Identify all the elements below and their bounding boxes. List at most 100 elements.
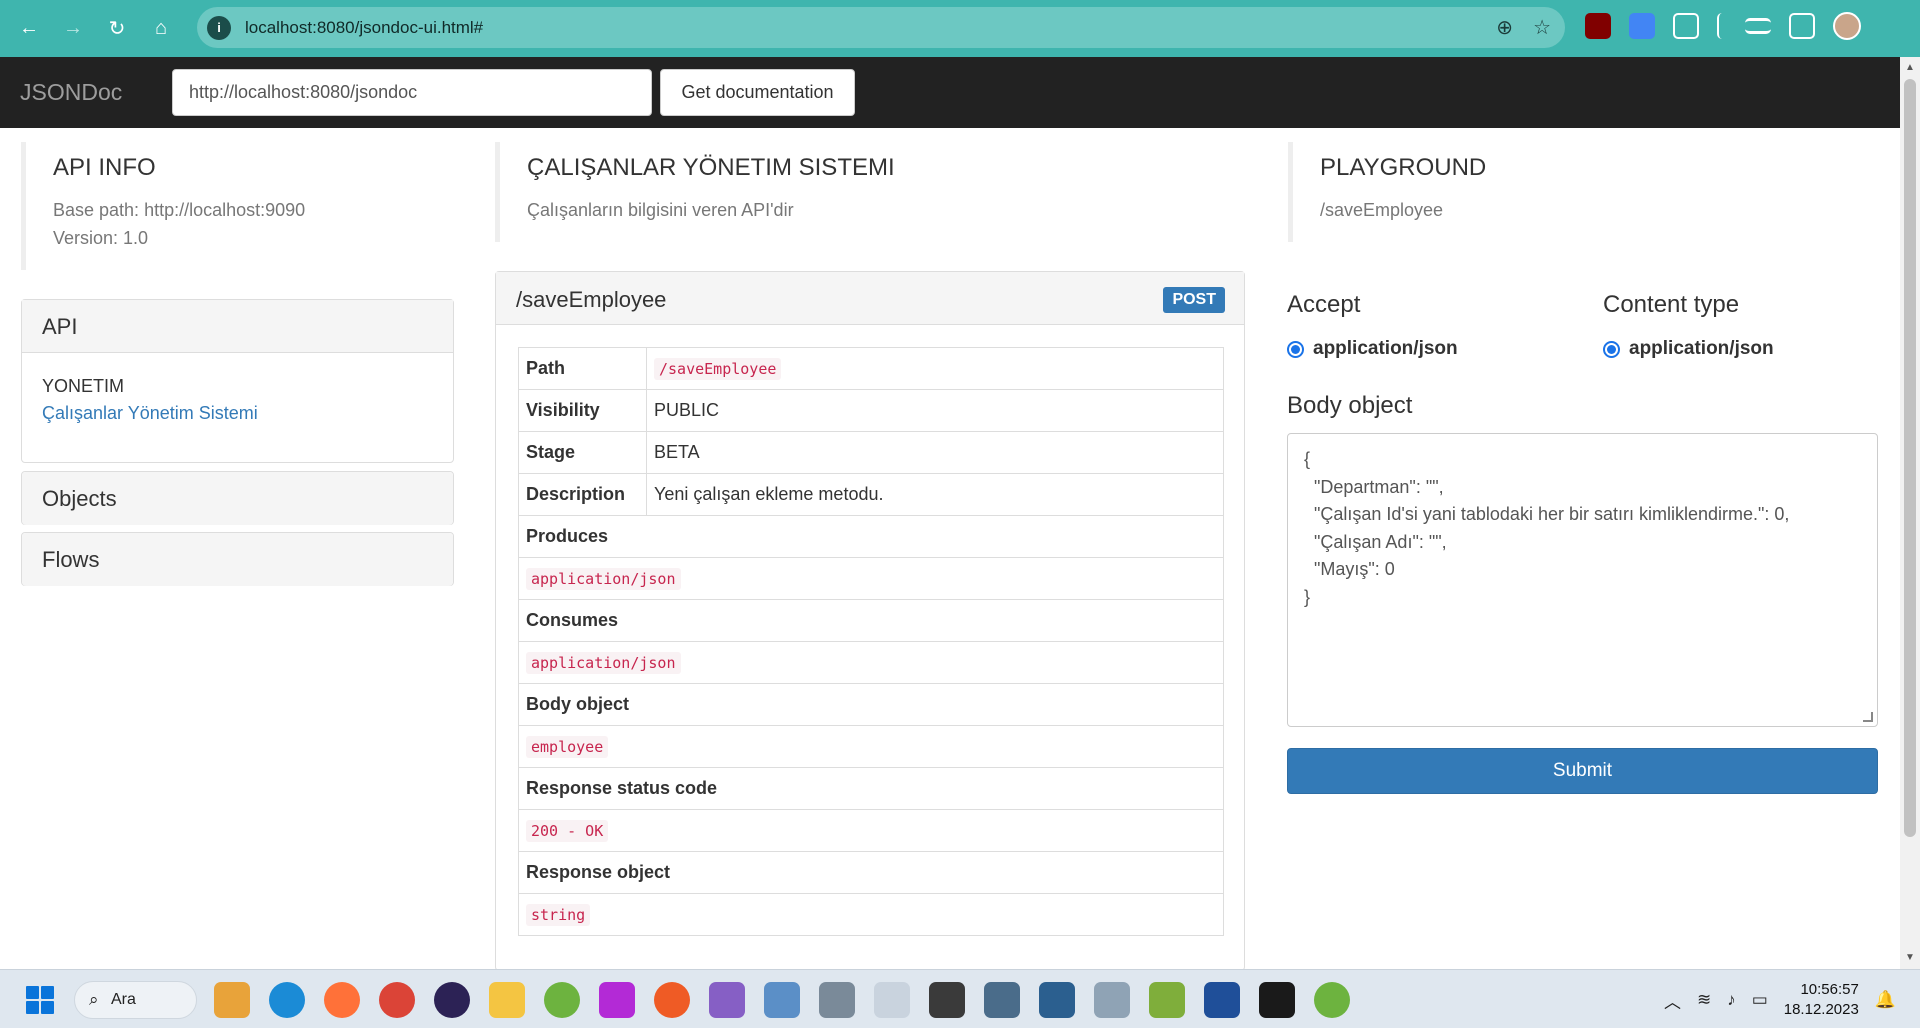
firefox-app-icon[interactable] xyxy=(324,982,360,1018)
playground-callout: PLAYGROUND /saveEmployee xyxy=(1288,142,1878,242)
translate-extension-icon[interactable] xyxy=(1629,13,1655,39)
mysql-workbench-icon[interactable] xyxy=(1039,982,1075,1018)
edge-app-icon[interactable] xyxy=(269,982,305,1018)
stage-key: Stage xyxy=(518,431,647,474)
extensions-puzzle-icon[interactable] xyxy=(1673,13,1699,39)
battery-icon[interactable]: ▭ xyxy=(1752,990,1768,1010)
address-bar[interactable]: i localhost:8080/jsondoc-ui.html# ⊕ ☆ xyxy=(197,7,1565,48)
page-scrollbar[interactable]: ▲ ▼ xyxy=(1900,57,1920,969)
tray-chevron-icon[interactable]: ︿ xyxy=(1664,988,1681,1013)
method-info-table: Path/saveEmployee Visibility PUBLIC Stage… xyxy=(518,347,1224,936)
objects-panel: Objects xyxy=(21,471,454,525)
notifications-bell-icon[interactable]: 🔔 xyxy=(1875,990,1896,1010)
body-object-value: employee xyxy=(526,736,609,758)
body-object-label: Body object xyxy=(1287,392,1413,419)
accept-radio[interactable] xyxy=(1287,340,1304,358)
table-row: Stage BETA xyxy=(518,431,1224,474)
content-type-option[interactable]: application/json xyxy=(1603,338,1774,360)
produces-value: application/json xyxy=(526,568,681,590)
jsondoc-url-input[interactable]: http://localhost:8080/jsondoc xyxy=(172,69,652,116)
reading-list-icon[interactable] xyxy=(1745,18,1771,34)
system-description: Çalışanların bilgisini veren API'dir xyxy=(527,200,794,220)
eclipse-app-icon[interactable] xyxy=(434,982,470,1018)
table-row: Response object xyxy=(518,851,1224,894)
reload-icon[interactable]: ↻ xyxy=(102,14,132,44)
base-path-text: Base path: http://localhost:9090 xyxy=(53,200,306,220)
toolbar-divider xyxy=(1717,13,1727,39)
powershell-app-icon[interactable] xyxy=(1204,982,1240,1018)
accept-option[interactable]: application/json xyxy=(1287,338,1458,360)
windows-start-icon[interactable] xyxy=(26,986,54,1014)
remote-desktop-icon[interactable] xyxy=(984,982,1020,1018)
description-value: Yeni çalışan ekleme metodu. xyxy=(646,473,1224,516)
visibility-key: Visibility xyxy=(518,389,647,432)
terminal-app-icon[interactable] xyxy=(929,982,965,1018)
api-group-name: YONETIM xyxy=(42,376,125,396)
scrollbar-thumb[interactable] xyxy=(1904,79,1916,837)
method-heading: /saveEmployee POST xyxy=(496,272,1244,325)
zoom-icon[interactable]: ⊕ xyxy=(1496,15,1513,40)
chrome-app-icon[interactable] xyxy=(379,982,415,1018)
flows-panel-heading[interactable]: Flows xyxy=(22,533,453,586)
search-icon: ⌕ xyxy=(89,990,99,1009)
forward-icon[interactable]: → xyxy=(58,14,88,44)
bookmark-star-icon[interactable]: ☆ xyxy=(1533,15,1551,40)
content-type-value: application/json xyxy=(1629,338,1774,359)
visual-studio-icon[interactable] xyxy=(709,982,745,1018)
home-icon[interactable]: ⌂ xyxy=(146,14,176,44)
taskbar-search[interactable]: ⌕ Ara xyxy=(74,981,197,1019)
address-url[interactable]: localhost:8080/jsondoc-ui.html# xyxy=(245,18,483,38)
table-row: Description Yeni çalışan ekleme metodu. xyxy=(518,473,1224,516)
method-path-title: /saveEmployee xyxy=(516,287,667,312)
design-tool-icon[interactable] xyxy=(1149,982,1185,1018)
browser-toolbar: ← → ↻ ⌂ i localhost:8080/jsondoc-ui.html… xyxy=(0,0,1920,57)
system-callout: ÇALIŞANLAR YÖNETIM SISTEMI Çalışanların … xyxy=(495,142,1245,242)
submit-button[interactable]: Submit xyxy=(1287,748,1878,794)
taskbar-search-label: Ara xyxy=(111,991,136,1008)
body-object-textarea[interactable]: { "Departman": "", "Çalışan Id'si yani t… xyxy=(1287,433,1878,727)
api-group-link[interactable]: Çalışanlar Yönetim Sistemi xyxy=(42,400,433,427)
table-row: Consumes xyxy=(518,599,1224,642)
scroll-up-arrow-icon[interactable]: ▲ xyxy=(1905,62,1915,73)
api-panel-heading[interactable]: API xyxy=(22,300,453,353)
objects-panel-heading[interactable]: Objects xyxy=(22,472,453,525)
file-explorer-icon[interactable] xyxy=(489,982,525,1018)
snipping-tool-icon[interactable] xyxy=(874,982,910,1018)
volume-icon[interactable]: ♪ xyxy=(1727,990,1736,1010)
profile-avatar[interactable] xyxy=(1833,12,1861,40)
calculator-app-icon[interactable] xyxy=(819,982,855,1018)
status-code-key: Response status code xyxy=(518,767,1224,810)
taskbar-clock[interactable]: 10:56:57 18.12.2023 xyxy=(1784,980,1859,1020)
table-row: employee xyxy=(518,725,1224,768)
ublock-extension-icon[interactable] xyxy=(1585,13,1611,39)
table-row: Produces xyxy=(518,515,1224,558)
consumes-key: Consumes xyxy=(518,599,1224,642)
intellij-app-icon[interactable] xyxy=(599,982,635,1018)
brand-logo[interactable]: JSONDoc xyxy=(20,79,122,106)
response-object-value: string xyxy=(526,904,591,926)
site-info-icon[interactable]: i xyxy=(207,15,231,40)
photos-app-icon[interactable] xyxy=(764,982,800,1018)
spring-boot-icon[interactable] xyxy=(1314,982,1350,1018)
copilot-app-icon[interactable] xyxy=(214,982,250,1018)
description-key: Description xyxy=(518,473,647,516)
content-type-radio[interactable] xyxy=(1603,340,1620,358)
back-icon[interactable]: ← xyxy=(14,14,44,44)
postman-app-icon[interactable] xyxy=(654,982,690,1018)
table-row: string xyxy=(518,893,1224,936)
textarea-resize-grip-icon[interactable] xyxy=(1863,712,1873,722)
path-key: Path xyxy=(518,347,647,390)
accept-value: application/json xyxy=(1313,338,1458,359)
playground-title: PLAYGROUND xyxy=(1320,154,1487,181)
scroll-down-arrow-icon[interactable]: ▼ xyxy=(1905,952,1915,963)
status-code-value: 200 - OK xyxy=(526,820,609,842)
content-type-label: Content type xyxy=(1603,291,1740,318)
side-panel-icon[interactable] xyxy=(1789,13,1815,39)
spring-tools-icon[interactable] xyxy=(544,982,580,1018)
database-app-icon[interactable] xyxy=(1094,982,1130,1018)
response-object-key: Response object xyxy=(518,851,1224,894)
command-prompt-icon[interactable] xyxy=(1259,982,1295,1018)
table-row: application/json xyxy=(518,557,1224,600)
wifi-icon[interactable]: ≋ xyxy=(1697,990,1711,1010)
get-documentation-button[interactable]: Get documentation xyxy=(660,69,855,116)
